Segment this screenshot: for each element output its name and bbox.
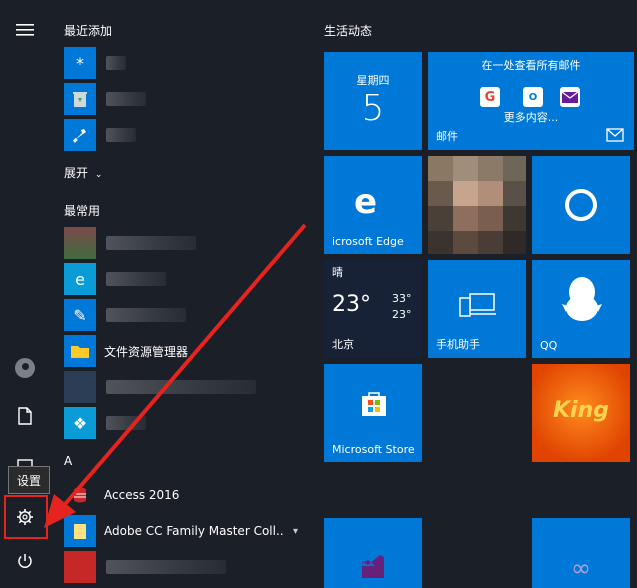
blurred-label (106, 92, 146, 106)
list-item[interactable]: e (56, 261, 306, 297)
chevron-down-icon[interactable]: ▾ (293, 526, 298, 537)
list-item[interactable] (56, 81, 306, 117)
documents-button[interactable] (0, 396, 50, 436)
recent-header: 最近添加 (64, 24, 113, 38)
access-label: Access 2016 (104, 488, 180, 502)
blurred-label (106, 308, 186, 322)
expand-label: 展开 (64, 166, 89, 180)
visual-studio-icon (362, 555, 384, 578)
app-list: 最近添加 * 展开 ⌄ 最常用 e ✎ 文件资源管理器 ❖ A Access 2… (56, 0, 306, 584)
blurred-label (106, 380, 256, 394)
phone-laptop-icon (459, 293, 496, 317)
letter-a-header: A (64, 454, 73, 468)
power-button[interactable] (0, 541, 50, 581)
qq-tile[interactable]: QQ (532, 260, 630, 358)
calendar-day: 星期四 (356, 74, 390, 87)
blurred-label (106, 128, 136, 142)
yahoo-mail-icon (560, 87, 580, 107)
mail-title: 在一处查看所有邮件 (481, 59, 581, 72)
circle-icon (565, 189, 597, 221)
hamburger-menu-button[interactable] (0, 10, 50, 50)
document-icon (18, 407, 32, 425)
mail-more: 更多内容... (503, 111, 559, 124)
list-item-access[interactable]: Access 2016 (56, 477, 306, 513)
list-item-file-explorer[interactable]: 文件资源管理器 (56, 333, 306, 369)
adobe-label: Adobe CC Family Master Coll... (104, 524, 284, 538)
access-icon (64, 479, 96, 511)
asterisk-icon: * (64, 47, 96, 79)
weather-city: 北京 (332, 338, 354, 351)
king-logo: King (553, 398, 609, 423)
frequent-header: 最常用 (64, 204, 101, 218)
king-tile[interactable]: King (532, 364, 630, 462)
list-item-adobe[interactable]: Adobe CC Family Master Coll... ▾ (56, 513, 306, 549)
edge-label: icrosoft Edge (332, 235, 404, 248)
list-item[interactable]: ❖ (56, 405, 306, 441)
chevron-down-icon: ⌄ (94, 170, 103, 180)
expand-button[interactable]: 展开 ⌄ (64, 164, 102, 181)
app-icon (64, 551, 96, 583)
qq-label: QQ (540, 339, 558, 352)
list-item[interactable] (56, 369, 306, 405)
blurred-label (106, 236, 196, 250)
blurred-photo (428, 156, 526, 254)
blurred-label (106, 416, 146, 430)
google-icon: G (480, 87, 500, 107)
wrench-icon (64, 119, 96, 151)
weather-temp: 23° (332, 292, 371, 317)
store-tile[interactable]: Microsoft Store (324, 364, 422, 462)
folder-icon (64, 515, 96, 547)
app-icon (64, 371, 96, 403)
edge-icon: e (354, 182, 378, 222)
list-item[interactable] (56, 225, 306, 261)
pen-icon: ✎ (64, 299, 96, 331)
user-account-button[interactable] (0, 348, 50, 388)
list-item[interactable] (56, 117, 306, 153)
blurred-label (106, 272, 166, 286)
power-icon (18, 554, 32, 568)
cortana-tile[interactable] (532, 156, 630, 254)
list-item[interactable]: * (56, 45, 306, 81)
app-icon (64, 227, 96, 259)
tiles-group-header: 生活动态 (324, 24, 373, 38)
tiles-panel: 生活动态 星期四 5 在一处查看所有邮件 G O 更多内容... 邮件 e ic… (318, 0, 637, 588)
store-bag-icon (362, 392, 386, 416)
visual-studio-tile[interactable] (324, 518, 422, 588)
recycle-bin-icon (64, 83, 96, 115)
user-icon (15, 358, 35, 378)
calendar-date: 5 (361, 88, 385, 129)
mail-label: 邮件 (436, 130, 458, 143)
hamburger-icon (16, 24, 34, 36)
envelope-icon (606, 128, 624, 142)
browser-e-icon: e (64, 263, 96, 295)
mail-tile[interactable]: 在一处查看所有邮件 G O 更多内容... 邮件 (428, 52, 634, 150)
penguin-icon (562, 277, 602, 321)
infinity-app-tile[interactable]: ∞ (532, 518, 630, 588)
outlook-icon: O (523, 87, 543, 107)
phone-assistant-tile[interactable]: 手机助手 (428, 260, 526, 358)
list-item[interactable] (56, 549, 306, 585)
weather-high: 33° (392, 292, 412, 305)
settings-highlight-box (4, 495, 48, 539)
weather-tile[interactable]: 晴 23° 33° 23° 北京 (324, 260, 422, 358)
store-label: Microsoft Store (332, 443, 415, 456)
weather-low: 23° (392, 308, 412, 321)
weather-condition: 晴 (332, 266, 343, 279)
calendar-tile[interactable]: 星期四 5 (324, 52, 422, 150)
infinity-icon: ∞ (571, 554, 591, 582)
phone-assistant-label: 手机助手 (436, 338, 480, 351)
list-item[interactable]: ✎ (56, 297, 306, 333)
file-explorer-label: 文件资源管理器 (104, 344, 189, 359)
settings-tooltip: 设置 (8, 466, 50, 494)
folder-icon (64, 335, 96, 367)
media-icon: ❖ (64, 407, 96, 439)
blurred-label (106, 56, 126, 70)
blurred-label (106, 560, 226, 574)
photos-tile[interactable] (428, 156, 526, 254)
edge-tile[interactable]: e icrosoft Edge (324, 156, 422, 254)
